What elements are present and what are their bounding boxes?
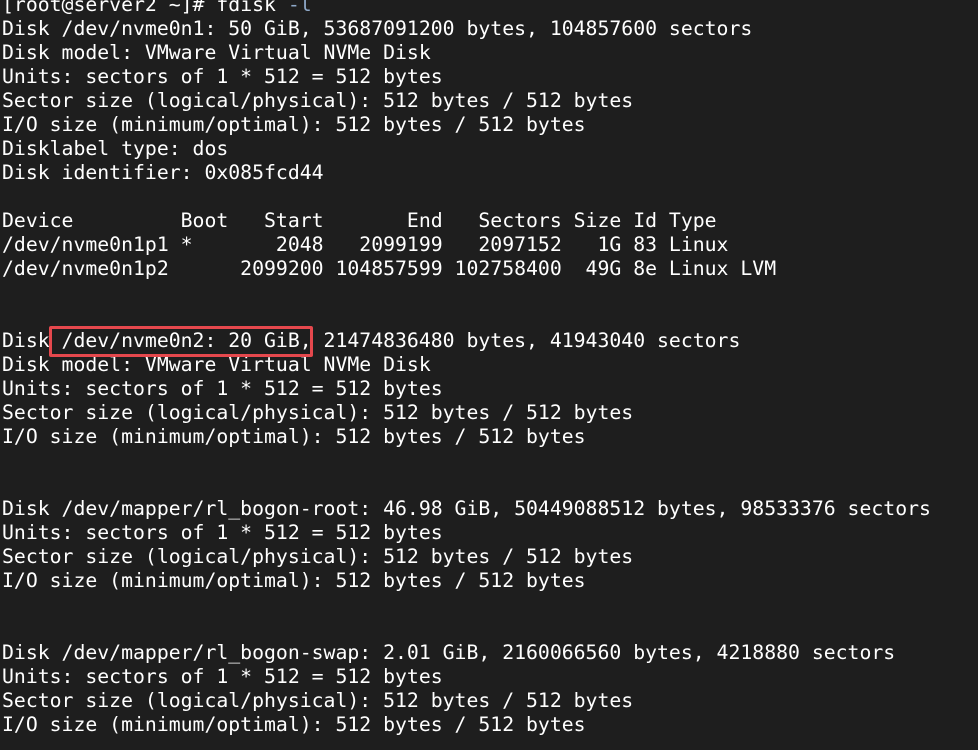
output-line: Disk /dev/mapper/rl_bogon-root: 46.98 Gi… (2, 497, 931, 520)
output-line: Sector size (logical/physical): 512 byte… (2, 401, 634, 424)
highlight-annotation-box (49, 326, 313, 357)
output-line: Units: sectors of 1 * 512 = 512 bytes (2, 521, 443, 544)
output-line: Sector size (logical/physical): 512 byte… (2, 545, 634, 568)
output-line: /dev/nvme0n1p1 * 2048 2099199 2097152 1G… (2, 233, 729, 256)
output-line: I/O size (minimum/optimal): 512 bytes / … (2, 425, 586, 448)
output-line: Disklabel type: dos (2, 137, 229, 160)
output-line: I/O size (minimum/optimal): 512 bytes / … (2, 569, 586, 592)
output-line: I/O size (minimum/optimal): 512 bytes / … (2, 713, 586, 736)
output-line: I/O size (minimum/optimal): 512 bytes / … (2, 113, 586, 136)
output-line: Sector size (logical/physical): 512 byte… (2, 89, 634, 112)
output-line: Units: sectors of 1 * 512 = 512 bytes (2, 65, 443, 88)
command-text: fdisk (216, 0, 288, 16)
output-line: Disk model: VMware Virtual NVMe Disk (2, 41, 431, 64)
command-line: [root@server2 ~]# fdisk -l (0, 0, 978, 17)
terminal-output: Disk /dev/nvme0n1: 50 GiB, 53687091200 b… (0, 17, 978, 737)
terminal-window[interactable]: [root@server2 ~]# fdisk -l Disk /dev/nvm… (0, 0, 978, 750)
output-line: Units: sectors of 1 * 512 = 512 bytes (2, 377, 443, 400)
output-line: /dev/nvme0n1p2 2099200 104857599 1027584… (2, 257, 777, 280)
shell-prompt: [root@server2 ~]# (2, 0, 217, 16)
output-line: Disk /dev/nvme0n1: 50 GiB, 53687091200 b… (2, 17, 753, 40)
output-line: Units: sectors of 1 * 512 = 512 bytes (2, 665, 443, 688)
output-line: Sector size (logical/physical): 512 byte… (2, 689, 634, 712)
output-line: Device Boot Start End Sectors Size Id Ty… (2, 209, 717, 232)
output-line: Disk identifier: 0x085fcd44 (2, 161, 324, 184)
command-flag: -l (287, 0, 312, 16)
output-line: Disk /dev/mapper/rl_bogon-swap: 2.01 GiB… (2, 641, 896, 664)
